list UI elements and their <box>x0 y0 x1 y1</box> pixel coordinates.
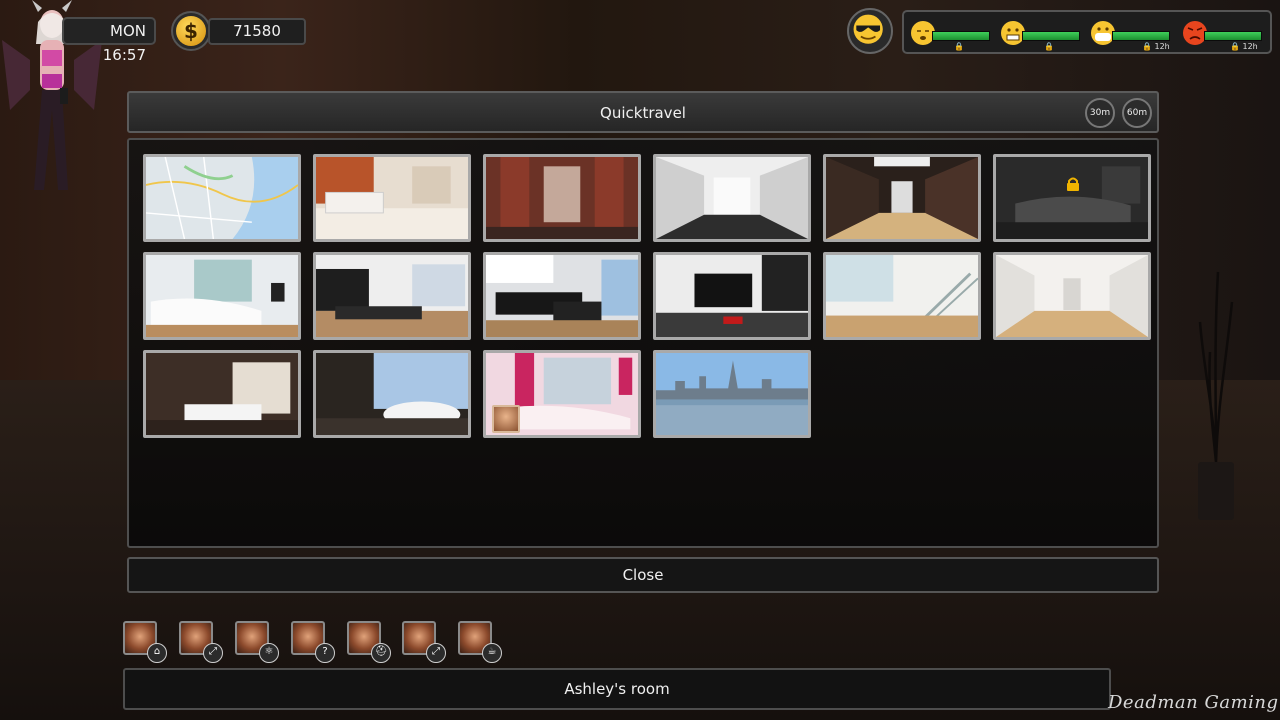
location-thumbnail <box>146 255 298 337</box>
location-thumbnail <box>656 157 808 239</box>
location-thumbnail <box>486 255 638 337</box>
location-thumbnail <box>996 255 1148 337</box>
wait-30m-button[interactable]: 30m <box>1085 98 1115 128</box>
current-location-label: Ashley's room <box>123 668 1111 710</box>
location-thumbnail <box>826 157 978 239</box>
contact-portrait[interactable]: ⤢ <box>402 621 446 663</box>
cup-icon: ☕ <box>482 643 502 663</box>
location-tile-bathroom-jacuzzi[interactable] <box>313 350 471 438</box>
location-tile-dark-bedroom[interactable] <box>993 154 1151 242</box>
expand-arrows-icon: ⤢ <box>426 643 446 663</box>
quicktravel-title: Quicktravel <box>127 91 1159 133</box>
location-tile-brown-bedroom[interactable] <box>143 350 301 438</box>
location-thumbnail <box>146 353 298 435</box>
money-display: 71580 <box>208 18 306 45</box>
location-tile-lobby-reception[interactable] <box>313 154 471 242</box>
stat-health: 🔒 12h <box>1090 18 1174 51</box>
stat-hygiene: 🔒 <box>1000 18 1084 51</box>
location-tile-stair-loft[interactable] <box>823 252 981 340</box>
wait-60m-button[interactable]: 60m <box>1122 98 1152 128</box>
stat-bar <box>1022 31 1080 41</box>
location-tile-city-skyline[interactable] <box>653 350 811 438</box>
contact-portrait[interactable]: ⤢ <box>179 621 223 663</box>
location-tile-tv-lounge[interactable] <box>653 252 811 340</box>
police-cap-icon: ⛑ <box>371 643 391 663</box>
contact-portrait[interactable]: ⛑ <box>347 621 391 663</box>
location-thumbnail <box>656 255 808 337</box>
location-tile-city-map[interactable] <box>143 154 301 242</box>
location-tile-white-bedroom[interactable] <box>143 252 301 340</box>
stat-sub-label: 🔒 12h <box>1142 42 1170 51</box>
background-pot <box>1198 462 1234 520</box>
contact-portrait[interactable]: ☕ <box>458 621 502 663</box>
background-plant <box>1198 271 1234 462</box>
location-tile-elevator-hall[interactable] <box>483 154 641 242</box>
close-button[interactable]: Close <box>127 557 1159 593</box>
lock-icon <box>1067 177 1079 191</box>
contact-portrait[interactable]: ⚛ <box>235 621 279 663</box>
cool-sunglasses-face-icon[interactable] <box>847 8 893 54</box>
money-icon: $ <box>171 11 211 51</box>
location-thumbnail <box>316 157 468 239</box>
contact-portrait[interactable]: ⌂ <box>123 621 167 663</box>
stat-sleep: 🔒 <box>910 18 994 51</box>
stat-sub-label: 🔒 <box>954 42 964 51</box>
expand-arrows-icon: ⤢ <box>203 643 223 663</box>
atom-icon: ⚛ <box>259 643 279 663</box>
stat-bar <box>1204 31 1262 41</box>
location-tile-white-hallway[interactable] <box>653 154 811 242</box>
location-tile-kitchen[interactable] <box>483 252 641 340</box>
location-tile-pink-bedroom[interactable] <box>483 350 641 438</box>
location-thumbnail <box>146 157 298 239</box>
location-thumbnail <box>316 353 468 435</box>
location-thumbnail <box>656 353 808 435</box>
occupant-portrait <box>492 405 520 433</box>
needs-panel: 🔒 🔒 🔒 12h 🔒 12h <box>902 10 1272 54</box>
contact-portrait[interactable]: ? <box>291 621 335 663</box>
location-thumbnail <box>316 255 468 337</box>
stat-sub-label: 🔒 12h <box>1230 42 1258 51</box>
home-icon: ⌂ <box>147 643 167 663</box>
stat-anger: 🔒 12h <box>1182 18 1266 51</box>
stat-sub-label: 🔒 <box>1044 42 1054 51</box>
watermark: Deadman Gaming <box>1108 692 1279 713</box>
dollar-coin-icon: $ <box>176 16 206 46</box>
stat-bar <box>932 31 990 41</box>
day-time-display: MON 16:57 <box>62 17 156 64</box>
location-thumbnail <box>486 157 638 239</box>
location-thumbnail <box>826 255 978 337</box>
stat-bar <box>1112 31 1170 41</box>
location-thumbnail <box>996 157 1148 239</box>
location-tile-living-room[interactable] <box>313 252 471 340</box>
location-tile-beige-hallway[interactable] <box>993 252 1151 340</box>
location-tile-dark-hallway[interactable] <box>823 154 981 242</box>
question-icon: ? <box>315 643 335 663</box>
